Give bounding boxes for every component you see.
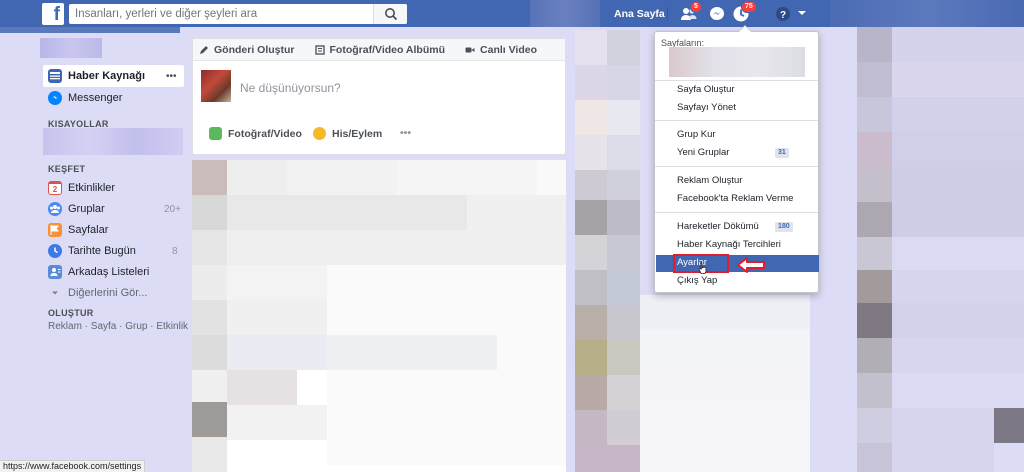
calendar-icon: 2 bbox=[48, 181, 62, 195]
blurred-topbar-region bbox=[830, 0, 1024, 27]
on-this-day-count: 8 bbox=[172, 245, 178, 257]
blurred-feed-post bbox=[192, 160, 566, 472]
notifications-badge: 75 bbox=[741, 1, 757, 13]
clock-icon bbox=[48, 244, 62, 258]
blurred-profile-name[interactable] bbox=[40, 38, 102, 58]
album-icon bbox=[314, 44, 325, 55]
groups-count: 20+ bbox=[164, 203, 181, 215]
sidebar-item-label: Haber Kaynağı bbox=[68, 70, 146, 82]
menu-item-create-group[interactable]: Grup Kur bbox=[677, 128, 716, 142]
more-options-button[interactable]: ••• bbox=[400, 127, 411, 139]
video-camera-icon bbox=[465, 47, 475, 52]
feeling-activity-button[interactable]: His/Eylem bbox=[313, 127, 382, 140]
sidebar-item-messenger[interactable]: Messenger bbox=[48, 89, 122, 107]
sidebar-item-label: Gruplar bbox=[68, 203, 105, 215]
action-label: Fotoğraf/Video bbox=[228, 127, 302, 140]
avatar[interactable] bbox=[201, 70, 231, 102]
tab-label: Canlı Video bbox=[480, 43, 538, 56]
sidebar-item-friend-lists[interactable]: Arkadaş Listeleri bbox=[48, 263, 149, 281]
sidebar-item-groups[interactable]: Gruplar 20+ bbox=[48, 200, 181, 218]
sidebar-item-label: Messenger bbox=[68, 92, 123, 104]
sidebar-item-pages[interactable]: Sayfalar bbox=[48, 221, 108, 239]
browser-status-bar: https://www.facebook.com/settings bbox=[0, 460, 146, 472]
svg-text:?: ? bbox=[780, 10, 786, 21]
activity-log-count: 180 bbox=[775, 222, 793, 232]
flag-icon bbox=[48, 223, 62, 237]
menu-item-label: Hareketler Dökümü bbox=[677, 221, 759, 232]
menu-item-create-ad[interactable]: Reklam Oluştur bbox=[677, 174, 742, 188]
menu-item-manage-pages[interactable]: Sayfayı Yönet bbox=[677, 101, 736, 115]
post-composer: Gönderi Oluştur Fotoğraf/Video Albümü Ca… bbox=[192, 38, 566, 155]
photo-icon bbox=[209, 127, 222, 140]
tab-create-post[interactable]: Gönderi Oluştur bbox=[193, 44, 295, 56]
sidebar-item-see-more[interactable]: Diğerlerini Gör... bbox=[48, 284, 147, 302]
create-links[interactable]: Reklam · Sayfa · Grup · Etkinlik bbox=[48, 321, 188, 332]
chevron-down-icon bbox=[48, 286, 62, 300]
home-link[interactable]: Ana Sayfa bbox=[614, 8, 665, 20]
news-feed-icon bbox=[48, 69, 62, 83]
blurred-shortcuts[interactable] bbox=[43, 128, 183, 155]
blurred-page-entry[interactable] bbox=[669, 47, 805, 77]
account-menu-chevron-down-icon[interactable] bbox=[796, 6, 814, 24]
divider bbox=[655, 120, 818, 121]
menu-item-label: Yeni Gruplar bbox=[677, 147, 730, 158]
search-input[interactable] bbox=[69, 4, 369, 24]
messenger-icon[interactable] bbox=[708, 5, 726, 23]
sidebar-item-label: Arkadaş Listeleri bbox=[68, 266, 150, 278]
explore-header: KEŞFET bbox=[48, 164, 86, 174]
tab-label: Gönderi Oluştur bbox=[214, 43, 295, 56]
more-options-icon[interactable]: ••• bbox=[166, 71, 177, 82]
tab-label: Fotoğraf/Video Albümü bbox=[329, 43, 446, 56]
sidebar-item-on-this-day[interactable]: Tarihte Bugün 8 bbox=[48, 242, 178, 260]
quick-help-icon[interactable]: ? bbox=[774, 5, 792, 23]
red-arrow-annotation-icon bbox=[737, 257, 765, 273]
notifications-icon[interactable]: 75 bbox=[732, 1, 757, 23]
menu-item-logout[interactable]: Çıkış Yap bbox=[677, 274, 717, 288]
menu-item-news-feed-preferences[interactable]: Haber Kaynağı Tercihleri bbox=[677, 238, 781, 252]
messenger-icon bbox=[48, 91, 62, 105]
menu-item-new-groups[interactable]: Yeni Gruplar bbox=[677, 146, 729, 160]
facebook-logo-icon[interactable]: f bbox=[42, 3, 64, 25]
sidebar-item-label: Etkinlikler bbox=[68, 182, 116, 194]
tab-photo-album[interactable]: Fotoğraf/Video Albümü bbox=[309, 43, 446, 56]
menu-item-advertise[interactable]: Facebook'ta Reklam Verme bbox=[677, 192, 793, 206]
loading-progress-bar bbox=[0, 27, 180, 33]
tab-live-video[interactable]: Canlı Video bbox=[459, 44, 537, 56]
friend-list-icon bbox=[48, 265, 62, 279]
divider bbox=[655, 212, 818, 213]
photo-video-button[interactable]: Fotoğraf/Video bbox=[209, 127, 302, 140]
search-icon bbox=[385, 8, 398, 21]
sidebar-item-label: Tarihte Bugün bbox=[68, 245, 136, 257]
divider bbox=[655, 80, 818, 81]
sidebar-item-label: Sayfalar bbox=[68, 224, 109, 236]
blurred-profile-link[interactable] bbox=[530, 0, 600, 27]
friend-requests-badge: 5 bbox=[690, 1, 702, 13]
composer-tabs: Gönderi Oluştur Fotoğraf/Video Albümü Ca… bbox=[193, 39, 565, 61]
divider bbox=[667, 7, 668, 21]
divider bbox=[655, 166, 818, 167]
hand-cursor-icon bbox=[698, 261, 707, 274]
create-header: OLUŞTUR bbox=[48, 308, 94, 318]
composer-input[interactable]: Ne düşünüyorsun? bbox=[240, 81, 341, 95]
new-groups-count: 31 bbox=[775, 148, 789, 158]
pencil-icon bbox=[200, 45, 208, 54]
friend-requests-icon[interactable]: 5 bbox=[680, 1, 702, 23]
sidebar-item-news-feed[interactable]: Haber Kaynağı ••• bbox=[48, 67, 177, 85]
search-button[interactable] bbox=[373, 4, 407, 24]
sidebar-item-events[interactable]: 2 Etkinlikler bbox=[48, 179, 115, 197]
menu-item-activity-log[interactable]: Hareketler Dökümü bbox=[677, 220, 759, 234]
search-box bbox=[69, 4, 407, 24]
dropdown-caret bbox=[738, 25, 752, 32]
groups-icon bbox=[48, 202, 62, 216]
account-dropdown-menu: Sayfaların: Sayfa Oluştur Sayfayı Yönet … bbox=[654, 25, 819, 293]
action-label: His/Eylem bbox=[332, 127, 383, 140]
top-navigation-bar: f Ana Sayfa 5 75 ? bbox=[0, 0, 1024, 27]
menu-item-create-page[interactable]: Sayfa Oluştur bbox=[677, 83, 735, 97]
sidebar-item-label: Diğerlerini Gör... bbox=[68, 287, 148, 299]
smiley-icon bbox=[313, 127, 326, 140]
